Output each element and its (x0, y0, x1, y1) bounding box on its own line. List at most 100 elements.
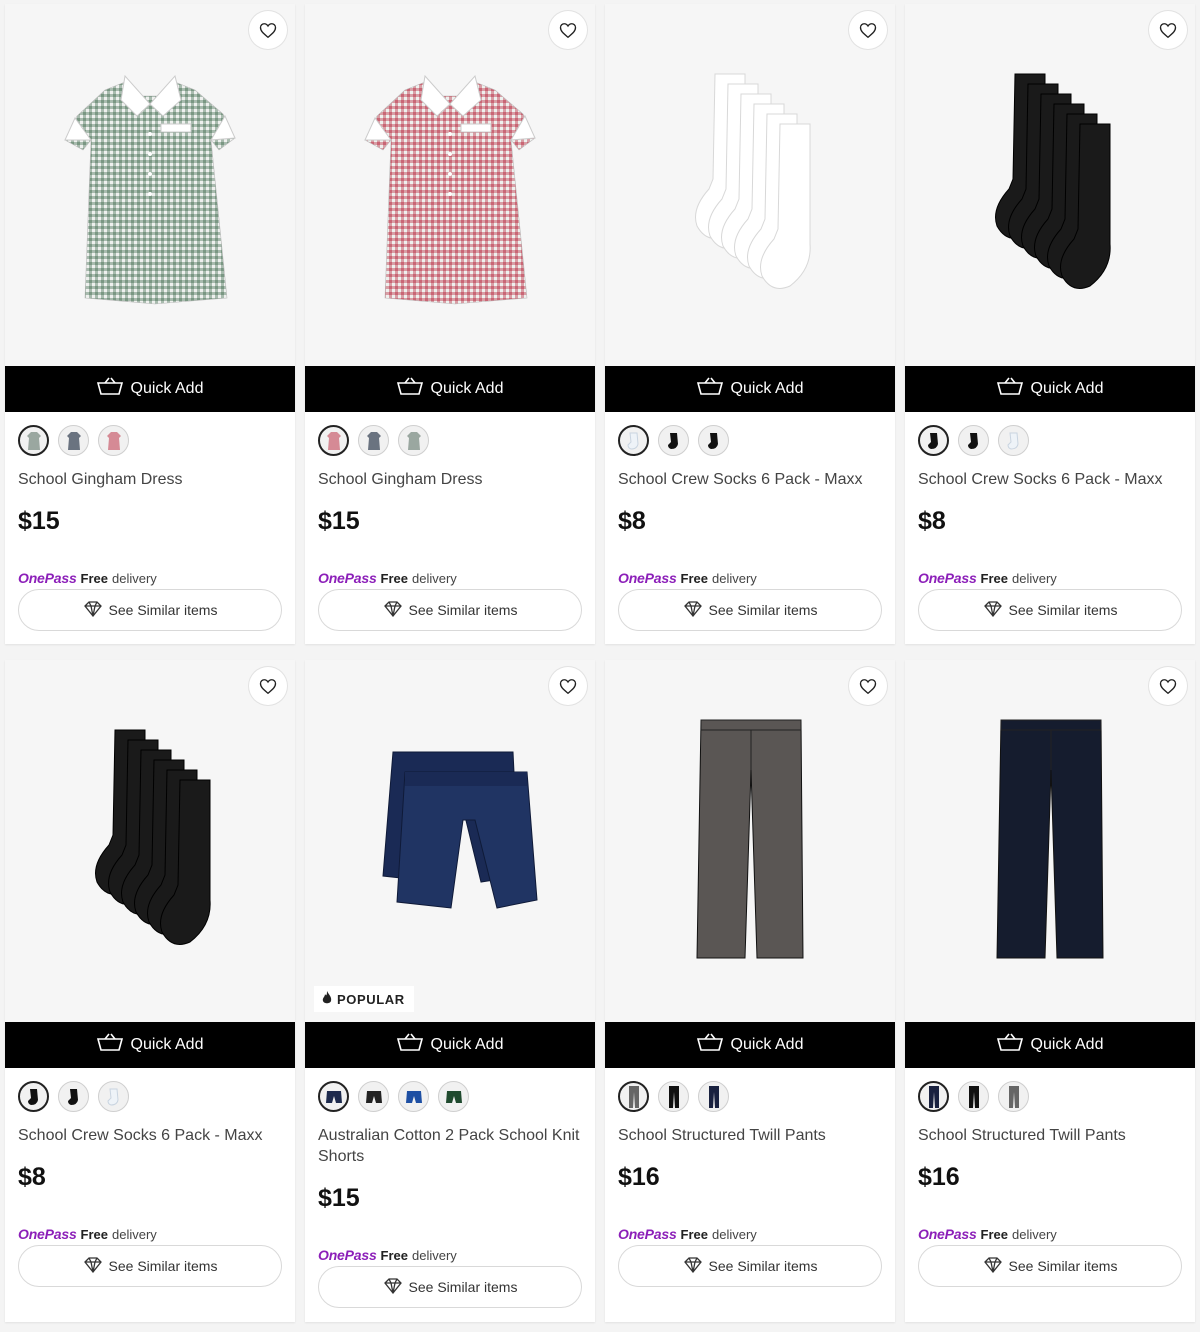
color-swatch[interactable] (98, 1081, 129, 1112)
product-image[interactable] (5, 660, 295, 1022)
see-similar-button[interactable]: See Similar items (18, 1245, 282, 1287)
color-swatch[interactable] (18, 1081, 49, 1112)
product-card[interactable]: Quick Add School Gingham Dress $15 OnePa… (5, 4, 295, 644)
product-name[interactable]: School Crew Socks 6 Pack - Maxx (605, 469, 895, 507)
quick-add-button[interactable]: Quick Add (905, 1022, 1195, 1068)
delivery-label: delivery (1012, 1226, 1057, 1242)
see-similar-label: See Similar items (708, 602, 818, 618)
color-swatch[interactable] (318, 425, 349, 456)
onepass-logo: OnePass (318, 1247, 377, 1263)
see-similar-label: See Similar items (408, 602, 518, 618)
color-swatch[interactable] (398, 425, 429, 456)
onepass-logo: OnePass (318, 570, 377, 586)
color-swatch[interactable] (438, 1081, 469, 1112)
delivery-info: OnePass Free delivery (605, 567, 895, 589)
quick-add-button[interactable]: Quick Add (5, 366, 295, 412)
see-similar-button[interactable]: See Similar items (618, 1245, 882, 1287)
color-swatch[interactable] (658, 1081, 689, 1112)
delivery-label: delivery (712, 570, 757, 586)
product-price: $16 (618, 1163, 660, 1191)
quick-add-button[interactable]: Quick Add (605, 366, 895, 412)
product-image[interactable] (605, 660, 895, 1022)
see-similar-button[interactable]: See Similar items (318, 589, 582, 631)
color-swatch[interactable] (918, 425, 949, 456)
color-swatch[interactable] (618, 425, 649, 456)
product-image[interactable] (305, 4, 595, 366)
product-name[interactable]: Australian Cotton 2 Pack School Knit Sho… (305, 1125, 595, 1184)
product-name[interactable]: School Crew Socks 6 Pack - Maxx (905, 469, 1195, 507)
product-card[interactable]: Quick Add School Structured Twill Pants … (905, 660, 1195, 1322)
color-swatch[interactable] (58, 425, 89, 456)
product-name[interactable]: School Structured Twill Pants (905, 1125, 1195, 1163)
wishlist-heart-icon[interactable] (549, 667, 587, 705)
quick-add-button[interactable]: Quick Add (305, 1022, 595, 1068)
color-swatch[interactable] (658, 425, 689, 456)
product-image[interactable] (905, 4, 1195, 366)
see-similar-button[interactable]: See Similar items (618, 589, 882, 631)
product-name[interactable]: School Structured Twill Pants (605, 1125, 895, 1163)
quick-add-button[interactable]: Quick Add (905, 366, 1195, 412)
onepass-logo: OnePass (618, 1226, 677, 1242)
color-swatch[interactable] (398, 1081, 429, 1112)
color-swatches (605, 412, 895, 469)
color-swatches (905, 1068, 1195, 1125)
color-swatch[interactable] (998, 1081, 1029, 1112)
quick-add-label: Quick Add (730, 1036, 804, 1053)
delivery-info: OnePass Free delivery (905, 567, 1195, 589)
free-label: Free (680, 1226, 708, 1242)
wishlist-heart-icon[interactable] (849, 667, 887, 705)
color-swatch[interactable] (58, 1081, 89, 1112)
wishlist-heart-icon[interactable] (249, 11, 287, 49)
see-similar-button[interactable]: See Similar items (18, 589, 282, 631)
product-photo (64, 74, 236, 305)
color-swatch[interactable] (358, 1081, 389, 1112)
quick-add-button[interactable]: Quick Add (305, 366, 595, 412)
product-image[interactable] (605, 4, 895, 366)
color-swatch[interactable] (698, 1081, 729, 1112)
product-image[interactable] (905, 660, 1195, 1022)
product-photo (996, 719, 1104, 959)
product-card[interactable]: Quick Add School Crew Socks 6 Pack - Max… (905, 4, 1195, 644)
color-swatch[interactable] (618, 1081, 649, 1112)
delivery-info: OnePass Free delivery (305, 1244, 595, 1266)
color-swatch[interactable] (998, 425, 1029, 456)
wishlist-heart-icon[interactable] (549, 11, 587, 49)
product-price: $15 (318, 507, 360, 535)
color-swatch[interactable] (958, 425, 989, 456)
color-swatch[interactable] (98, 425, 129, 456)
product-image[interactable] (5, 4, 295, 366)
basket-icon (396, 1033, 423, 1057)
wishlist-heart-icon[interactable] (249, 667, 287, 705)
wishlist-heart-icon[interactable] (1149, 11, 1187, 49)
product-image[interactable]: POPULAR (305, 660, 595, 1022)
quick-add-button[interactable]: Quick Add (605, 1022, 895, 1068)
product-card[interactable]: Quick Add School Structured Twill Pants … (605, 660, 895, 1322)
quick-add-label: Quick Add (130, 380, 204, 397)
product-name[interactable]: School Crew Socks 6 Pack - Maxx (5, 1125, 295, 1163)
color-swatch[interactable] (918, 1081, 949, 1112)
wishlist-heart-icon[interactable] (849, 11, 887, 49)
product-card[interactable]: Quick Add School Crew Socks 6 Pack - Max… (5, 660, 295, 1322)
color-swatch[interactable] (18, 425, 49, 456)
product-card[interactable]: Quick Add School Crew Socks 6 Pack - Max… (605, 4, 895, 644)
product-card[interactable]: POPULAR Quick Add Australian Cotton 2 Pa… (305, 660, 595, 1322)
quick-add-label: Quick Add (1030, 1036, 1104, 1053)
quick-add-button[interactable]: Quick Add (5, 1022, 295, 1068)
color-swatch[interactable] (958, 1081, 989, 1112)
diamond-icon (983, 600, 1003, 620)
color-swatch[interactable] (358, 425, 389, 456)
product-name[interactable]: School Gingham Dress (5, 469, 295, 507)
color-swatch[interactable] (318, 1081, 349, 1112)
see-similar-button[interactable]: See Similar items (918, 1245, 1182, 1287)
wishlist-heart-icon[interactable] (1149, 667, 1187, 705)
diamond-icon (383, 600, 403, 620)
free-label: Free (380, 570, 408, 586)
quick-add-label: Quick Add (730, 380, 804, 397)
delivery-label: delivery (712, 1226, 757, 1242)
see-similar-label: See Similar items (1008, 1258, 1118, 1274)
product-card[interactable]: Quick Add School Gingham Dress $15 OnePa… (305, 4, 595, 644)
see-similar-button[interactable]: See Similar items (918, 589, 1182, 631)
see-similar-button[interactable]: See Similar items (318, 1266, 582, 1308)
color-swatch[interactable] (698, 425, 729, 456)
product-name[interactable]: School Gingham Dress (305, 469, 595, 507)
